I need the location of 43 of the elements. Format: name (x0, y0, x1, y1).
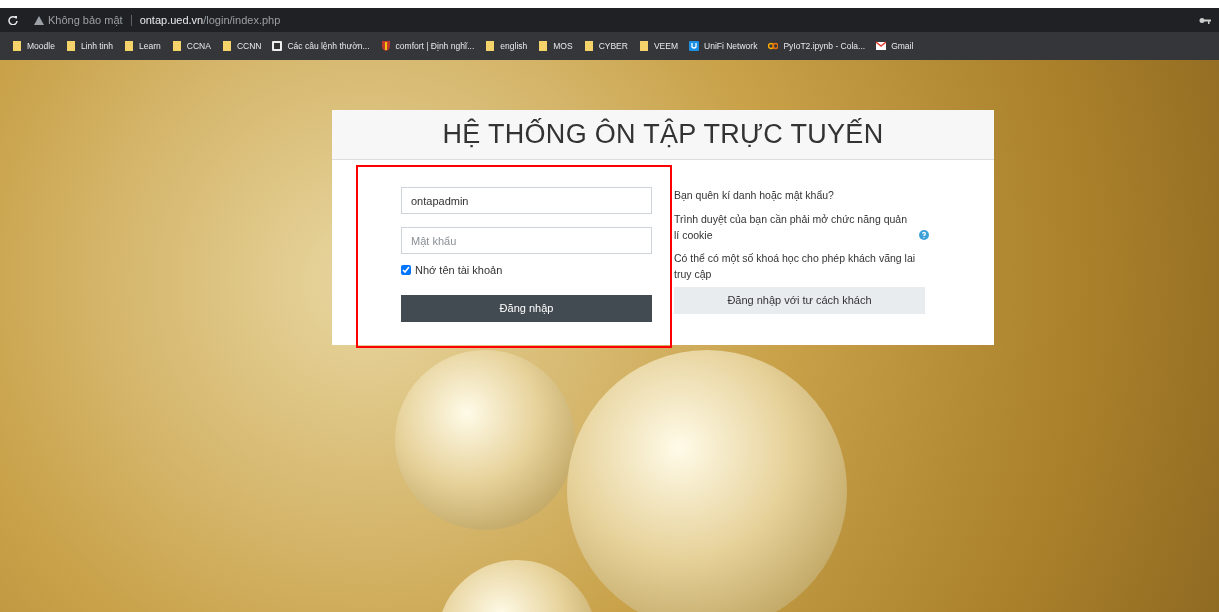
remember-label[interactable]: Nhớ tên tài khoản (415, 262, 503, 279)
folder-icon (583, 40, 594, 52)
help-icon[interactable] (919, 230, 929, 241)
guest-note: Có thể có một số khoá học cho phép khách vãng lai truy cập (674, 251, 917, 282)
site-title: HỆ THỐNG ÔN TẬP TRỰC TUYẾN (332, 110, 994, 160)
bookmark-link[interactable]: CYBER (598, 39, 628, 53)
login-button[interactable]: Đăng nhập (401, 294, 652, 322)
folder-icon (171, 40, 182, 52)
warning-icon (34, 15, 44, 25)
forgot-link[interactable]: Bạn quên kí danh hoặc mật khẩu? (674, 188, 929, 204)
letter-u-icon (689, 40, 700, 52)
security-label[interactable]: Không bảo mật (48, 11, 123, 29)
folder-icon (221, 40, 232, 52)
reload-icon[interactable] (8, 15, 18, 25)
envelope-icon (876, 40, 887, 52)
cookie-note: Trình duyệt của bạn cần phải mở chức năng quản lí cookie (674, 211, 908, 243)
folder-icon (638, 40, 649, 52)
folder-icon (538, 40, 549, 52)
bookmark-link[interactable]: UniFi Network (704, 39, 758, 53)
guest-login-button[interactable]: Đăng nhập với tư cách khách (674, 286, 925, 314)
remember-checkbox[interactable] (401, 265, 411, 276)
folder-icon (65, 40, 76, 52)
username-field[interactable]: ontapadmin (401, 187, 652, 214)
bookmark-link[interactable]: VEEM (653, 39, 679, 53)
bookmark-link[interactable]: Learn (139, 39, 161, 53)
folder-icon (124, 40, 135, 52)
bookmark-link[interactable]: PyIoT2.ipynb - Cola... (783, 39, 866, 53)
bookmark-link[interactable]: CCNA (186, 39, 211, 53)
bookmark-link[interactable]: Linh tinh (80, 39, 114, 53)
crest-icon (380, 40, 391, 52)
folder-icon (485, 40, 496, 52)
key-icon[interactable] (1199, 16, 1211, 24)
bookmark-link[interactable]: english (500, 39, 528, 53)
bookmark-link[interactable]: comfort | Định nghĩ... (395, 39, 475, 53)
password-field[interactable]: Mật khẩu (401, 227, 652, 254)
bookmark-link[interactable]: Gmail (891, 39, 914, 53)
bookmark-link[interactable]: Moodle (27, 39, 55, 53)
bookmark-link[interactable]: CCNN (236, 39, 262, 53)
infinity-icon (768, 40, 779, 52)
bookmark-link[interactable]: MOS (553, 39, 573, 53)
folder-icon (12, 40, 22, 52)
bookmark-link[interactable]: Các câu lệnh thườn... (287, 39, 370, 53)
url-text[interactable]: ontap.ued.vn/login/index.php (139, 11, 281, 29)
